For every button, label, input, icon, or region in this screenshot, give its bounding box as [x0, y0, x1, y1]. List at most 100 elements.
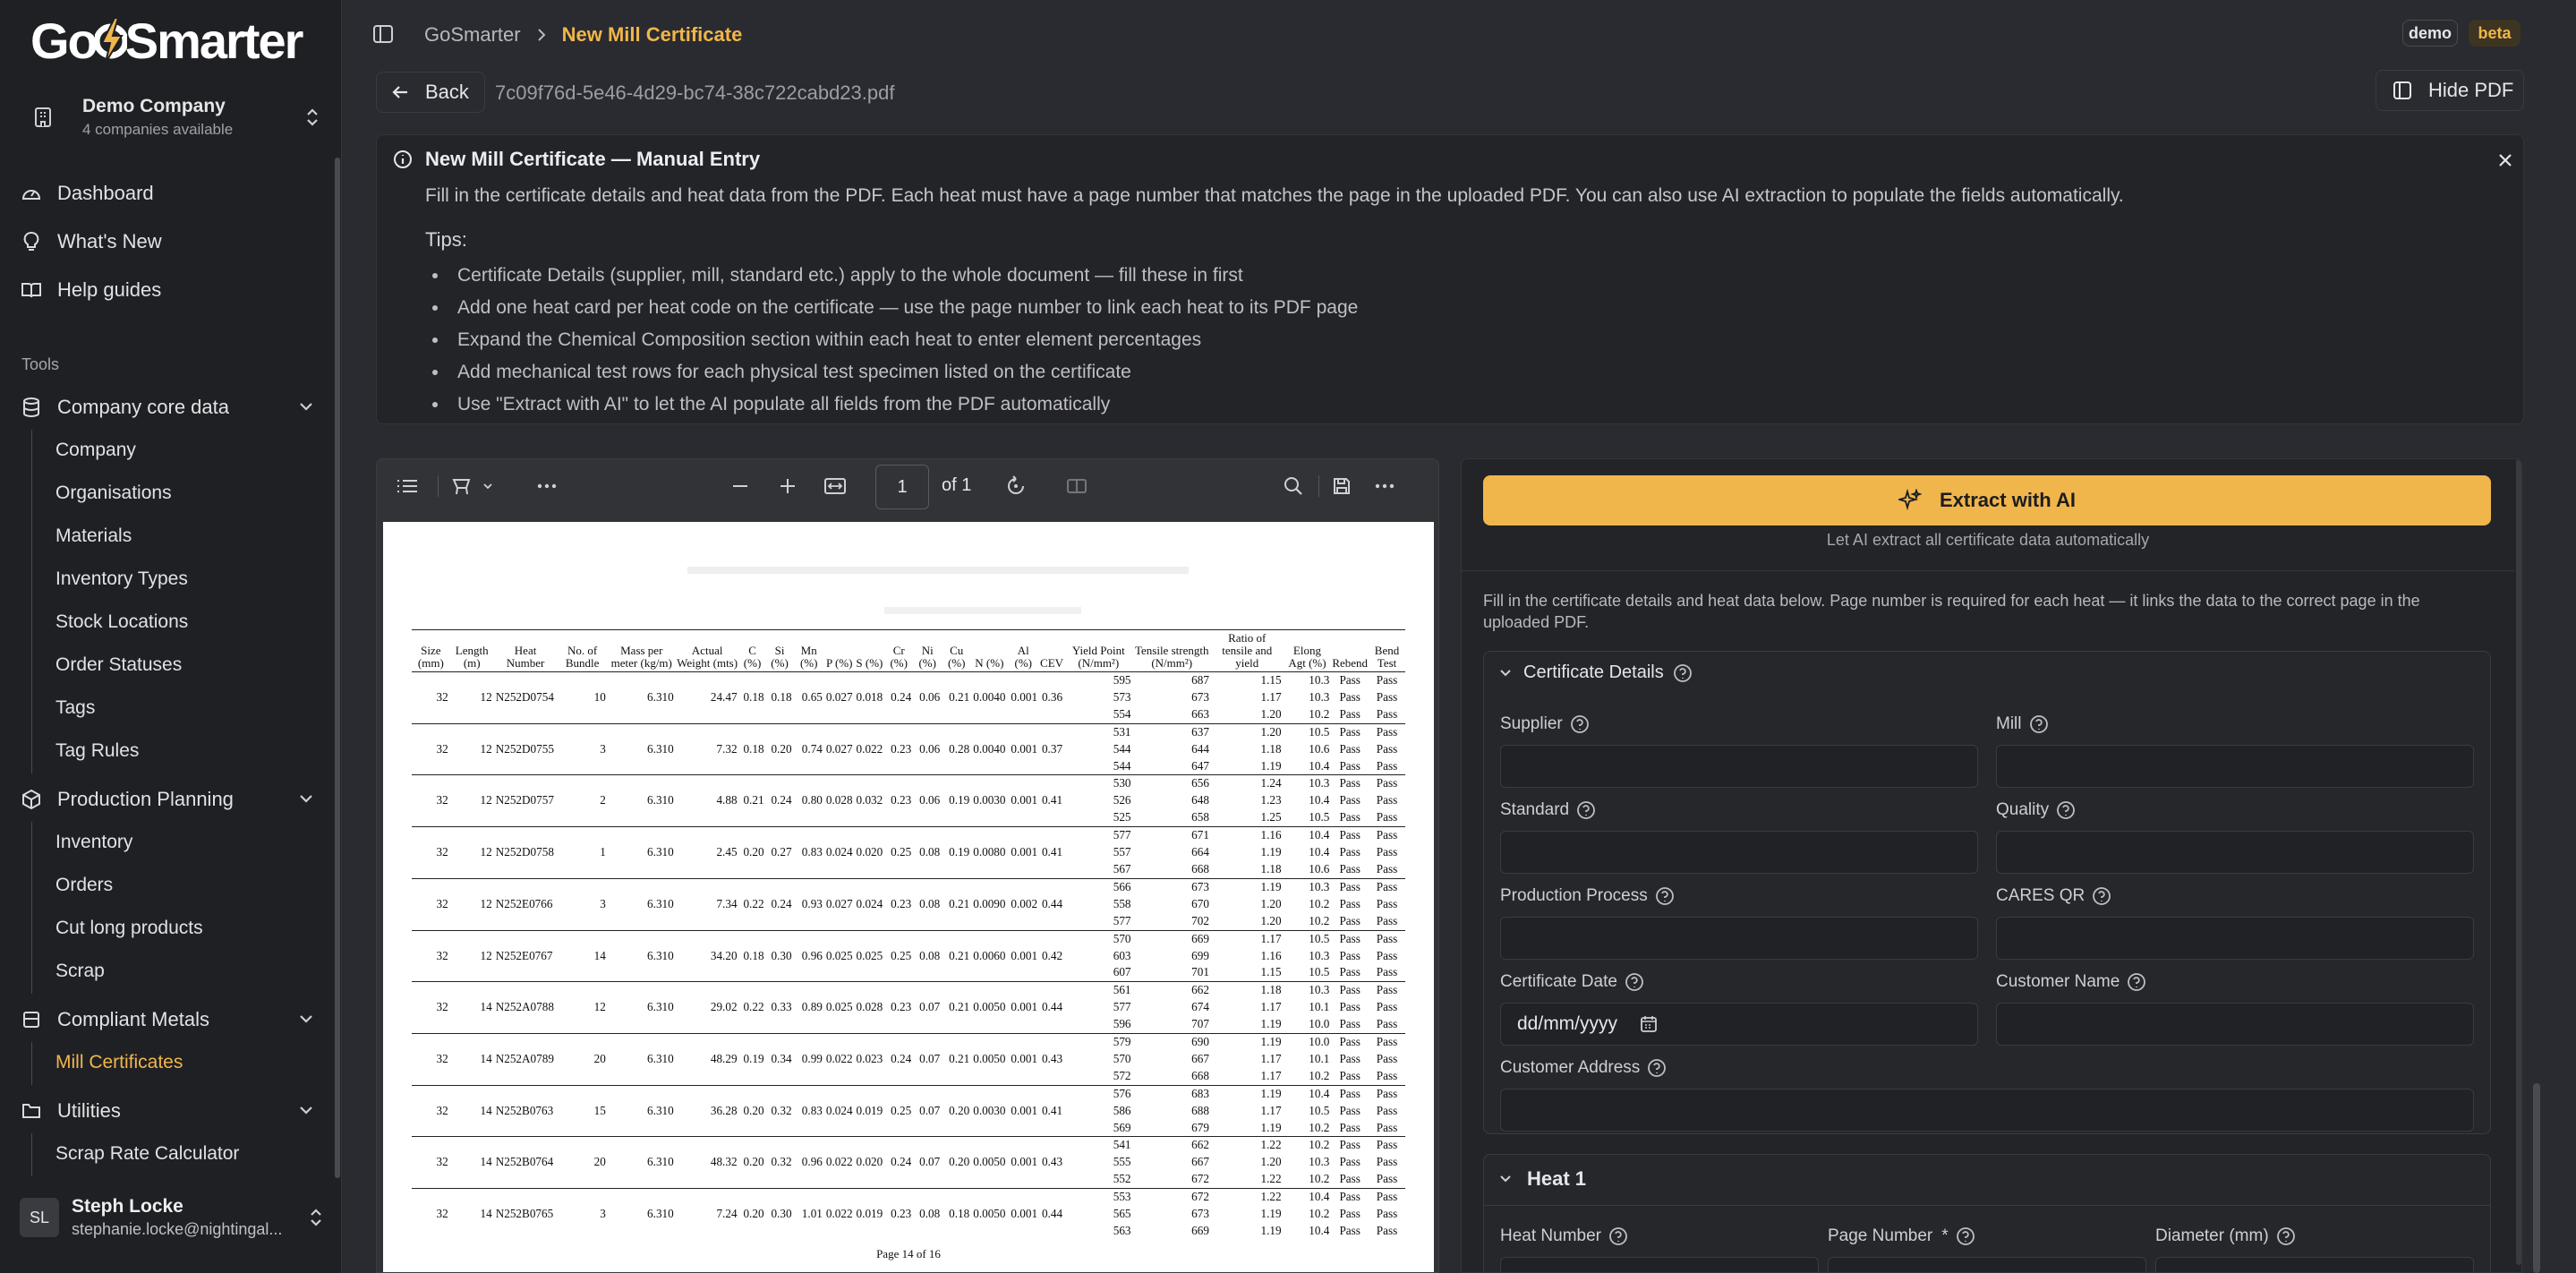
calendar-icon[interactable]	[1639, 1014, 1659, 1034]
sidebar-item-stock-locations[interactable]: Stock Locations	[55, 611, 188, 633]
nav-whats-new[interactable]: What's New	[20, 222, 315, 261]
quality-input[interactable]	[1996, 831, 2474, 874]
sidebar-item-order-statuses[interactable]: Order Statuses	[55, 654, 182, 676]
standard-input[interactable]	[1500, 831, 1978, 874]
help-circle-icon[interactable]	[2092, 886, 2111, 906]
mill-input[interactable]	[1996, 745, 2474, 788]
table-cell: 707	[1191, 1017, 1209, 1031]
user-menu[interactable]: SL Steph Locke stephanie.locke@nightinga…	[20, 1186, 324, 1249]
help-circle-icon[interactable]	[2127, 972, 2146, 992]
rotate-icon[interactable]	[1003, 474, 1028, 499]
heat-number-input[interactable]	[1500, 1257, 1819, 1272]
sidebar-item-inventory[interactable]: Inventory	[55, 832, 132, 853]
list-icon[interactable]	[395, 474, 420, 499]
help-circle-icon[interactable]	[1625, 972, 1644, 992]
book-open-icon	[20, 278, 43, 302]
two-page-icon[interactable]	[1064, 474, 1089, 499]
supplier-input[interactable]	[1500, 745, 1978, 788]
sidebar-item-orders[interactable]: Orders	[55, 875, 113, 896]
sidebar-item-cut-long-products[interactable]: Cut long products	[55, 918, 203, 939]
help-circle-icon[interactable]	[2056, 800, 2076, 820]
table-cell: 10.5	[1283, 722, 1332, 741]
nav-dashboard[interactable]: Dashboard	[20, 174, 315, 213]
sidebar-item-scrap-rate-calculator[interactable]: Scrap Rate Calculator	[55, 1143, 239, 1165]
help-circle-icon[interactable]	[1673, 663, 1693, 683]
table-cell	[1039, 1136, 1065, 1155]
sidebar-item-tag-rules[interactable]: Tag Rules	[55, 740, 139, 762]
table-row: 32 12 N252E0766 3 6.310 7.34 0.22 0.24 0.93 0.027…	[412, 896, 1405, 913]
search-icon[interactable]	[1281, 474, 1306, 499]
sidebar-item-tags[interactable]: Tags	[55, 697, 95, 719]
table-cell	[884, 913, 913, 930]
help-circle-icon[interactable]	[1956, 1226, 1975, 1246]
more-horizontal-icon[interactable]	[534, 474, 559, 499]
table-cell	[1039, 877, 1065, 896]
chevrons-updown-icon[interactable]	[304, 106, 320, 129]
sidebar-item-materials[interactable]: Materials	[55, 525, 132, 547]
table-cell	[824, 1016, 855, 1033]
more-horizontal-icon[interactable]	[1372, 474, 1397, 499]
help-circle-icon[interactable]	[1608, 1226, 1628, 1246]
production-process-input[interactable]	[1500, 917, 1978, 960]
sidebar-toggle-icon[interactable]	[372, 23, 394, 45]
table-cell	[971, 1188, 1008, 1207]
table-cell: 0.99	[801, 1051, 823, 1065]
sidebar-item-organisations[interactable]: Organisations	[55, 483, 172, 504]
group-utilities-label: Utilities	[57, 1099, 121, 1122]
table-cell: 0.25	[891, 948, 912, 962]
breadcrumb-root[interactable]: GoSmarter	[424, 23, 521, 47]
help-circle-icon[interactable]	[2276, 1226, 2296, 1246]
sidebar-item-mill-certificates[interactable]: Mill Certificates	[55, 1052, 183, 1073]
help-circle-icon[interactable]	[1655, 886, 1675, 906]
form-scrollbar[interactable]	[2516, 459, 2521, 1265]
diameter-input[interactable]	[2155, 1257, 2474, 1272]
table-cell: 0.022	[825, 1051, 853, 1065]
group-company-core-data[interactable]: Company core data	[20, 388, 315, 427]
sidebar-item-company[interactable]: Company	[55, 440, 136, 461]
help-circle-icon[interactable]	[2029, 714, 2049, 734]
company-switcher[interactable]: Demo Company 4 companies available	[20, 90, 320, 145]
back-button[interactable]: Back	[376, 72, 485, 113]
page-scrollbar[interactable]	[2533, 1083, 2540, 1273]
table-cell	[608, 758, 676, 775]
table-row: 576 683 1.19 10.4 Pass Pass	[412, 1084, 1405, 1103]
nav-help-guides[interactable]: Help guides	[20, 270, 315, 310]
help-circle-icon[interactable]	[1647, 1058, 1667, 1078]
cares-qr-input[interactable]	[1996, 917, 2474, 960]
help-circle-icon[interactable]	[1570, 714, 1590, 734]
table-cell	[913, 1223, 942, 1240]
table-cell: 0.020	[856, 845, 883, 859]
group-production-planning[interactable]: Production Planning	[20, 780, 315, 819]
save-icon[interactable]	[1329, 474, 1354, 499]
sidebar-item-inventory-types[interactable]: Inventory Types	[55, 568, 188, 590]
gosmarter-logo[interactable]: Go Smarter	[30, 13, 303, 69]
zoom-out-icon[interactable]	[728, 474, 753, 499]
page-number-input[interactable]: 1	[875, 465, 929, 509]
page-number-input[interactable]	[1828, 1257, 2146, 1272]
table-cell: Pass	[1376, 1207, 1398, 1221]
highlighter-icon[interactable]	[450, 474, 475, 499]
table-cell: 667	[1191, 1051, 1209, 1065]
chevron-down-icon[interactable]	[475, 474, 500, 499]
table-cell: 673	[1191, 1207, 1209, 1221]
customer-address-input[interactable]	[1500, 1089, 2474, 1132]
certificate-details-header[interactable]: Certificate Details	[1498, 662, 1693, 683]
sidebar-scrollbar[interactable]	[335, 158, 340, 1178]
table-cell: 0.23	[891, 741, 912, 756]
help-circle-icon[interactable]	[1576, 800, 1596, 820]
hide-pdf-button[interactable]: Hide PDF	[2376, 70, 2524, 111]
table-header-cell: Mn (%)	[793, 629, 824, 672]
group-compliant-metals[interactable]: Compliant Metals	[20, 1000, 315, 1039]
fit-width-icon[interactable]	[823, 474, 848, 499]
table-cell	[794, 913, 824, 930]
table-cell	[739, 1171, 766, 1188]
heat-header[interactable]: Heat 1	[1498, 1167, 1586, 1191]
certificate-date-input[interactable]: dd/mm/yyyy	[1500, 1003, 1978, 1046]
close-icon[interactable]	[2496, 151, 2514, 169]
sidebar-item-scrap[interactable]: Scrap	[55, 961, 105, 982]
group-utilities[interactable]: Utilities	[20, 1091, 315, 1131]
extract-with-ai-button[interactable]: Extract with AI	[1483, 475, 2491, 525]
customer-name-input[interactable]	[1996, 1003, 2474, 1046]
table-cell	[913, 929, 943, 948]
zoom-in-icon[interactable]	[775, 474, 800, 499]
